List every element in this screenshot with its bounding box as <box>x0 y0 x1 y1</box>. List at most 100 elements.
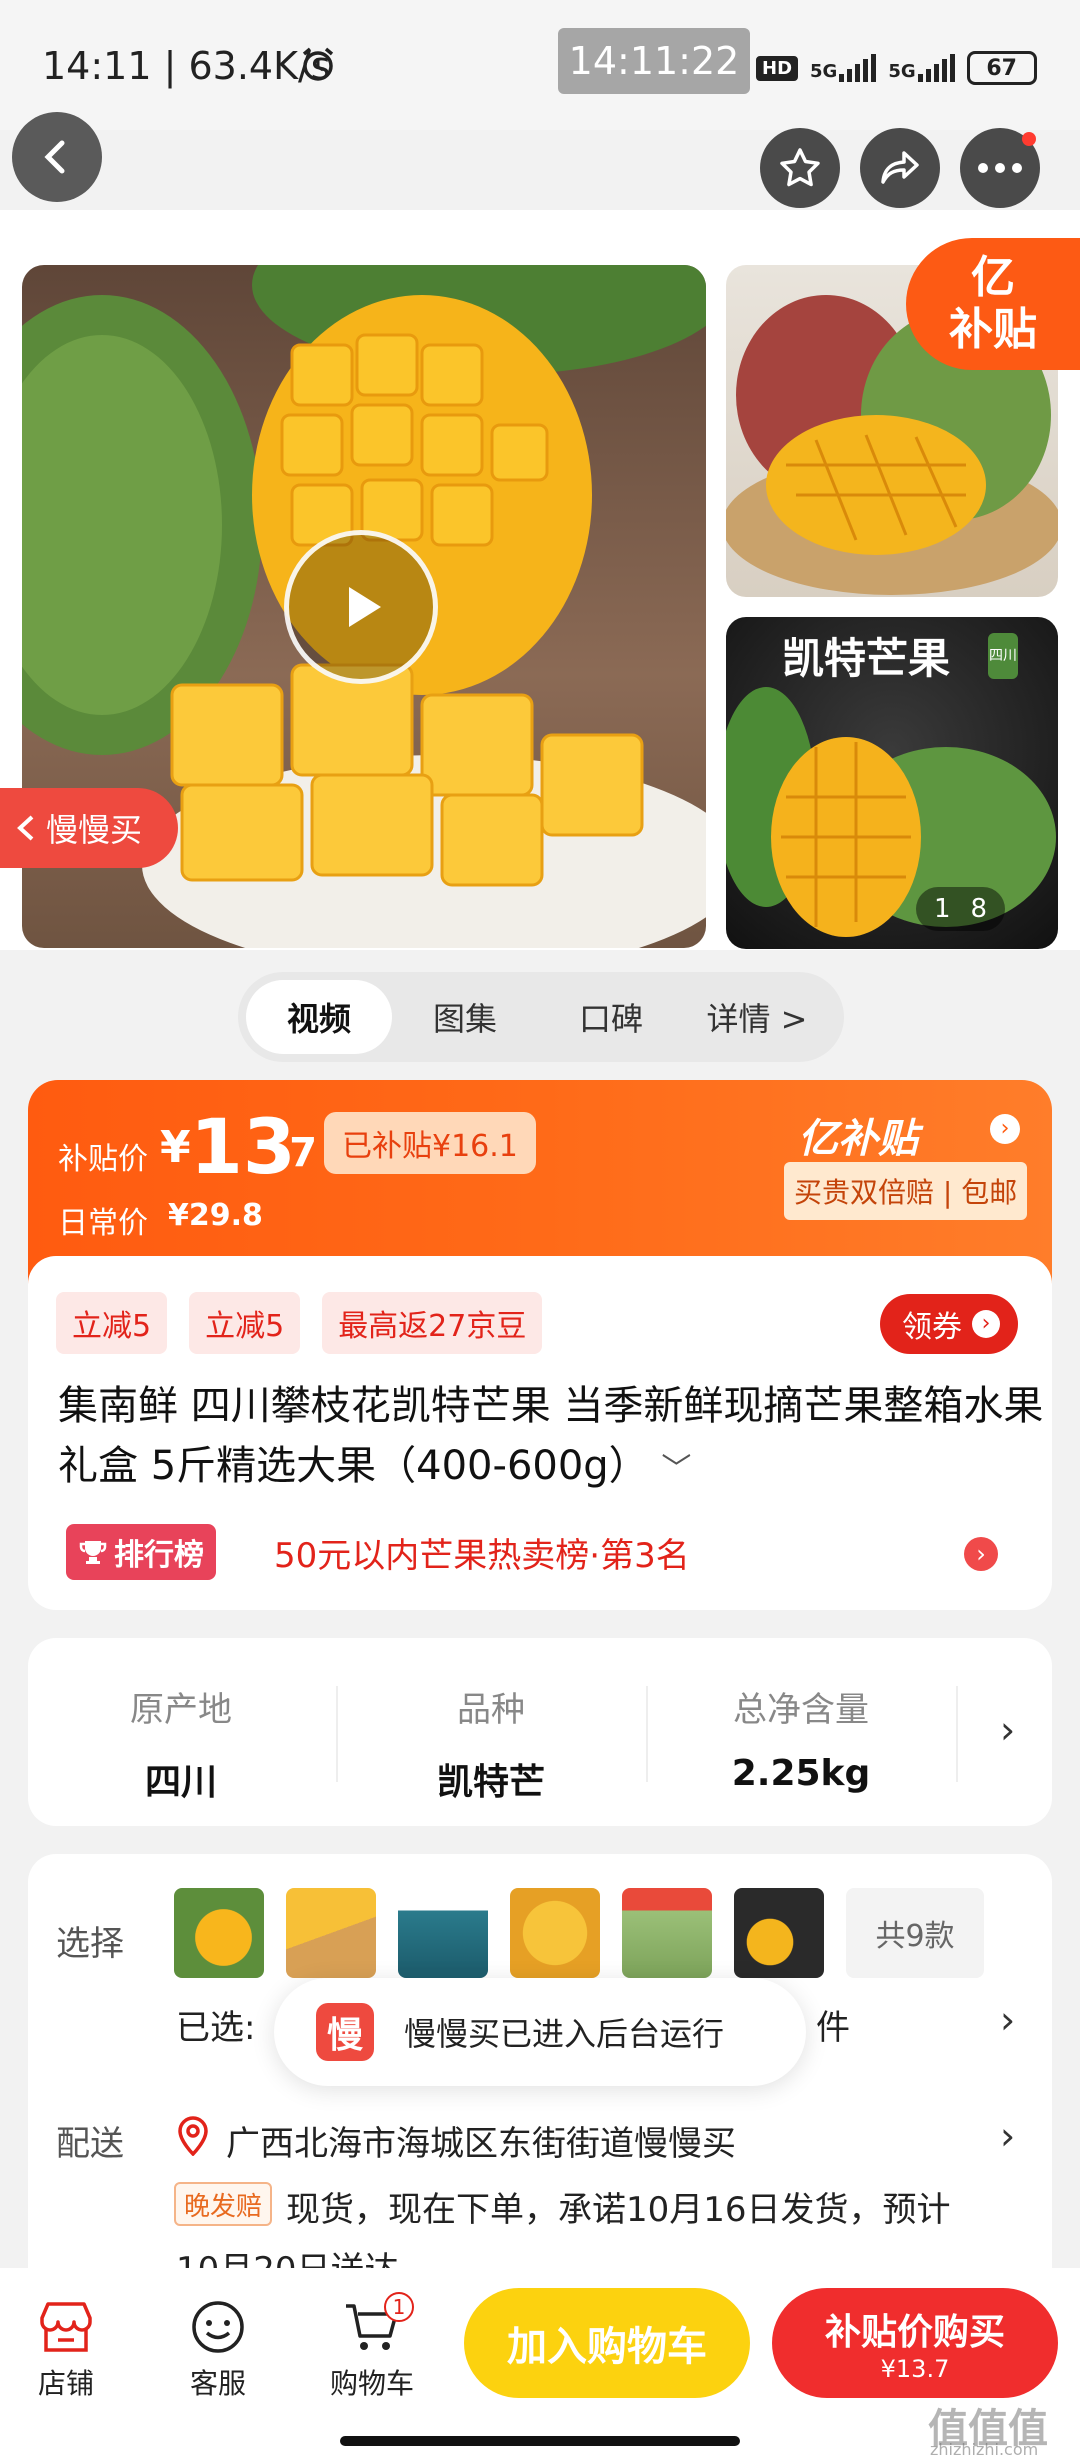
delivery-label: 配送 <box>56 2124 124 2164</box>
chevron-left-icon <box>44 140 65 174</box>
cart-count-badge: 1 <box>384 2292 414 2322</box>
more-button[interactable] <box>960 128 1040 208</box>
notification-dot <box>1022 132 1036 146</box>
product-info-card: 立减5 立减5 最高返27京豆 领券 › 集南鲜 四川攀枝花凯特芒果 当季新鲜现… <box>28 1256 1052 1610</box>
variant-thumb[interactable] <box>398 1888 488 1978</box>
delivery-line-1: 现货，现在下单，承诺10月16日发货，预计 <box>286 2190 951 2230</box>
buy-button[interactable]: 补贴价购买 ¥13.7 <box>772 2288 1058 2398</box>
daily-price-label: 日常价 <box>58 1206 148 1241</box>
shop-button[interactable]: 店铺 <box>36 2300 96 2402</box>
rank-badge-label: 排行榜 <box>114 1538 204 1573</box>
badge-line-1: 亿 <box>971 252 1015 303</box>
product-title[interactable]: 集南鲜 四川攀枝花凯特芒果 当季新鲜现摘芒果整箱水果礼盒 5斤精选大果（400-… <box>58 1376 1048 1500</box>
chevron-right-icon: › <box>1000 1708 1016 1752</box>
spec-key: 品种 <box>457 1690 525 1730</box>
subsidized-amount: 已补贴¥16.1 <box>324 1112 536 1174</box>
signal-2: 5G <box>888 54 955 82</box>
variant-thumb[interactable] <box>734 1888 824 1978</box>
tab-video[interactable]: 视频 <box>246 980 392 1054</box>
variant-thumb[interactable] <box>286 1888 376 1978</box>
tab-details[interactable]: 详情 > <box>684 980 830 1054</box>
add-to-cart-button[interactable]: 加入购物车 <box>464 2288 750 2398</box>
signal-1: 5G <box>810 54 877 82</box>
watermark-url: zhizhizhi.com <box>930 2440 1039 2459</box>
spec-variety: 品种 凯特芒 <box>338 1638 644 1828</box>
subsidy-price-label: 补贴价 <box>58 1142 148 1177</box>
spec-origin: 原产地 四川 <box>28 1638 334 1828</box>
divider <box>956 1686 958 1782</box>
slow-buy-label: 慢慢买 <box>46 811 143 849</box>
gallery-thumb-2[interactable]: 凯特芒果 四川 1 8 <box>726 617 1058 949</box>
kaite-sub: 四川 <box>988 633 1018 679</box>
title-text: 集南鲜 四川攀枝花凯特芒果 当季新鲜现摘芒果整箱水果礼盒 5斤精选大果（400-… <box>58 1383 1044 1489</box>
cart-button[interactable]: 购物车 1 <box>330 2292 414 2402</box>
rank-badge: 排行榜 <box>66 1524 216 1580</box>
customer-service-icon <box>192 2301 244 2353</box>
chevron-left-icon <box>17 815 34 841</box>
coupon-button[interactable]: 领券 › <box>880 1294 1018 1354</box>
selected-prefix: 已选: <box>176 2008 256 2048</box>
kaite-mango-image <box>726 687 1056 937</box>
bottom-action-bar: 店铺 客服 购物车 1 加入购物车 补贴价购买 ¥13.7 值值值 zhizhi… <box>0 2268 1080 2460</box>
variant-thumb[interactable] <box>510 1888 600 1978</box>
delivery-address[interactable]: 广西北海市海城区东街街道慢慢买 <box>226 2116 736 2165</box>
location-pin-icon <box>176 2116 210 2160</box>
share-icon <box>881 151 919 184</box>
media-tabs: 视频 图集 口碑 详情 > <box>238 972 844 1062</box>
currency: ¥ <box>160 1122 191 1173</box>
play-icon <box>349 587 381 627</box>
yi-subsidy-badge: 亿 补贴 <box>906 238 1080 370</box>
hd-icon: HD <box>756 55 799 81</box>
share-button[interactable] <box>860 128 940 208</box>
price-dec: .7 <box>274 1130 318 1176</box>
variant-thumb[interactable] <box>174 1888 264 1978</box>
selected-suffix: 件 <box>816 2008 850 2048</box>
center-clock: 14:11:22 <box>558 28 750 94</box>
spec-value: 2.25kg <box>731 1753 871 1794</box>
promo-chip[interactable]: 最高返27京豆 <box>322 1292 543 1354</box>
shop-label: 店铺 <box>37 2367 94 2400</box>
guarantee-badge: 买贵双倍赔 | 包邮 <box>784 1162 1028 1220</box>
badge-line-2: 补贴 <box>949 304 1037 355</box>
variant-thumbs: 共9款 <box>174 1888 984 1978</box>
play-button[interactable] <box>284 530 438 684</box>
counter-total: 8 <box>970 894 988 924</box>
coupon-label: 领券 <box>902 1310 962 1345</box>
variant-count[interactable]: 共9款 <box>846 1888 984 1978</box>
chevron-right-icon[interactable]: › <box>1000 1998 1015 2042</box>
specs-card[interactable]: 原产地 四川 品种 凯特芒 总净含量 2.25kg › <box>28 1638 1052 1826</box>
daily-price: ¥29.8 <box>168 1198 263 1233</box>
promo-chip[interactable]: 立减5 <box>189 1292 301 1354</box>
chevron-right-icon[interactable]: › <box>1000 2114 1015 2158</box>
toast: 慢 慢慢买已进入后台运行 <box>274 1978 806 2086</box>
spec-weight: 总净含量 2.25kg <box>648 1638 954 1828</box>
buy-price: ¥13.7 <box>880 2355 950 2383</box>
tab-gallery[interactable]: 图集 <box>392 980 538 1054</box>
spec-key: 原产地 <box>130 1690 232 1730</box>
tab-reviews[interactable]: 口碑 <box>538 980 684 1054</box>
home-indicator[interactable] <box>340 2436 740 2446</box>
yi-subsidy-brand[interactable]: 亿补贴 <box>798 1106 918 1164</box>
slow-buy-app-icon: 慢 <box>316 2003 374 2061</box>
favorite-button[interactable] <box>760 128 840 208</box>
service-button[interactable]: 客服 <box>190 2300 246 2402</box>
spec-key: 总净含量 <box>733 1690 869 1730</box>
image-counter: 1 8 <box>916 887 1006 931</box>
alarm-icon <box>300 46 336 86</box>
signal-bars-icon <box>839 54 877 82</box>
more-dots-icon <box>978 163 1022 173</box>
signal-bars-icon <box>917 54 955 82</box>
variant-thumb[interactable] <box>622 1888 712 1978</box>
promo-chips: 立减5 立减5 最高返27京豆 <box>56 1292 543 1354</box>
rank-text[interactable]: 50元以内芒果热卖榜·第3名 <box>274 1528 690 1577</box>
status-time-speed: 14:11 | 63.4K/s <box>42 44 331 88</box>
slow-buy-float-button[interactable]: 慢慢买 <box>0 788 178 868</box>
back-button[interactable] <box>12 112 102 202</box>
promo-chip[interactable]: 立减5 <box>56 1292 168 1354</box>
toast-text: 慢慢买已进入后台运行 <box>404 2015 725 2053</box>
status-indicators: HD 5G 5G 67 <box>756 48 1037 88</box>
expand-chevron-icon[interactable]: ﹀ <box>661 1452 691 1487</box>
shop-icon <box>40 2302 92 2352</box>
chevron-right-icon: › <box>972 1310 1000 1338</box>
rank-chevron-icon[interactable]: › <box>964 1537 998 1571</box>
